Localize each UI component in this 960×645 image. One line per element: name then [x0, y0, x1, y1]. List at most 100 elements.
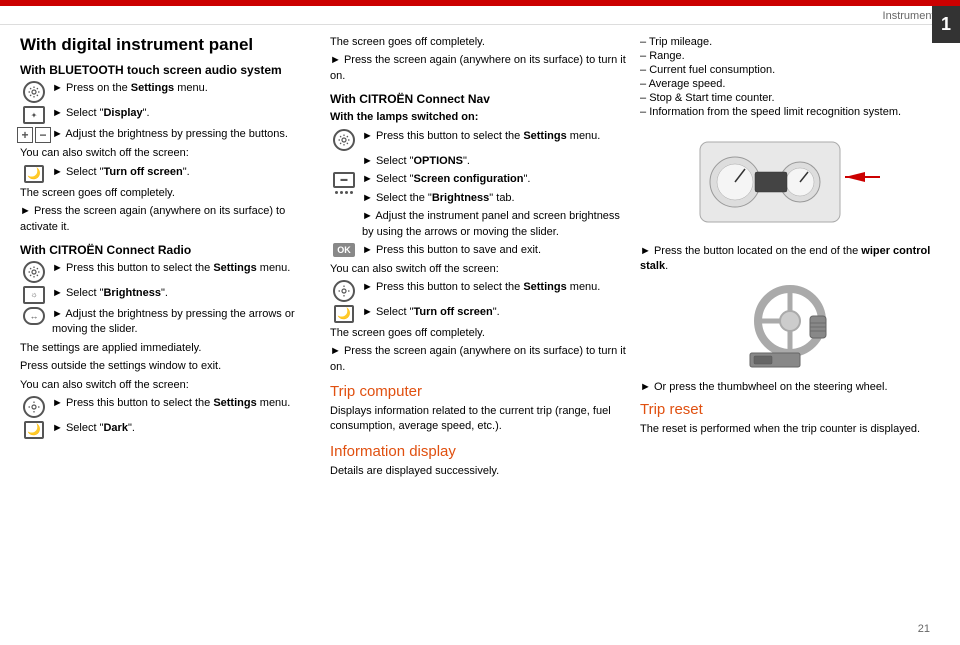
step-nav-turn-off: 🌙 ► Select "Turn off screen".	[330, 305, 630, 323]
ok-icon: OK	[333, 243, 355, 257]
cr-settings2-icon-cell	[20, 396, 48, 418]
step-turn-off-screen: 🌙 ► Select "Turn off screen".	[20, 165, 320, 183]
plus-minus-icons: + −	[17, 127, 51, 143]
middle-column: The screen goes off completely. ► Press …	[330, 35, 630, 635]
steering-wheel-image2	[710, 281, 870, 374]
settings-icon	[23, 81, 45, 103]
turn-off-text: ► Select "Turn off screen".	[52, 165, 320, 180]
nav-gear-icon	[338, 134, 350, 146]
list-item: – Information from the speed limit recog…	[640, 105, 940, 119]
ok-text: ► Press this button to save and exit.	[362, 243, 630, 258]
nav-screen-off: The screen goes off completely.	[330, 326, 630, 341]
display-icon-symbol: ✦	[31, 111, 38, 120]
cr-settings-text: ► Press this button to select the Settin…	[52, 261, 320, 276]
moon-icon-cell: 🌙	[20, 165, 48, 183]
step-nav-ok: OK ► Press this button to save and exit.	[330, 243, 630, 258]
cr-settings2-text: ► Press this button to select the Settin…	[52, 396, 320, 411]
nav-turn-off-text: ► Select "Turn off screen".	[362, 305, 630, 320]
nav-settings-text: ► Press this button to select the Settin…	[362, 129, 630, 144]
mid-press-again: ► Press the screen again (anywhere on it…	[330, 53, 630, 84]
connect-radio-heading: With CITROËN Connect Radio	[20, 243, 320, 257]
header: Instruments	[0, 6, 960, 25]
bluetooth-heading: With BLUETOOTH touch screen audio system	[20, 63, 320, 77]
trip-computer-text: Displays information related to the curr…	[330, 404, 630, 435]
settings-press-text: ► Press on the Settings menu.	[52, 81, 320, 96]
ok-icon-cell: OK	[330, 243, 358, 257]
step-nav-adjust: ► Adjust the instrument panel and screen…	[330, 209, 630, 240]
step-cr-arrows: ↔ ► Adjust the brightness by pressing th…	[20, 307, 320, 338]
minus-icon: −	[35, 127, 51, 143]
nav-gear2-icon	[338, 285, 350, 297]
cr-switch-off-intro: You can also switch off the screen:	[20, 378, 320, 393]
moon-symbol: 🌙	[27, 167, 41, 180]
main-content: With digital instrument panel With BLUET…	[0, 25, 960, 645]
cr-arrows-icon-cell: ↔	[20, 307, 48, 325]
step-cr-settings: ► Press this button to select the Settin…	[20, 261, 320, 283]
page-number: 21	[918, 623, 930, 635]
main-title: With digital instrument panel	[20, 35, 320, 55]
list-item: – Range.	[640, 49, 940, 63]
information-display-text: Details are displayed successively.	[330, 464, 630, 479]
right-column: – Trip mileage. – Range. – Current fuel …	[640, 35, 940, 635]
trip-reset-text: The reset is performed when the trip cou…	[640, 422, 940, 437]
cr-brightness-icon: ☼	[23, 286, 45, 304]
step-brightness-plusminus: + − ► Adjust the brightness by pressing …	[20, 127, 320, 143]
settings-icon-cell	[20, 81, 48, 103]
plus-icon: +	[17, 127, 33, 143]
nav-brightness-tab-text: ► Select the "Brightness" tab.	[362, 191, 630, 206]
nav-screen-config-text: ► Select "Screen configuration".	[362, 172, 630, 187]
screen-off-text: The screen goes off completely.	[20, 186, 320, 201]
left-column: With digital instrument panel With BLUET…	[20, 35, 320, 635]
brightness-plusminus-text: ► Adjust the brightness by pressing the …	[52, 127, 320, 142]
cr-gear-icon	[28, 266, 40, 278]
nav-press-again: ► Press the screen again (anywhere on it…	[330, 344, 630, 375]
cr-arrows-icon: ↔	[23, 307, 45, 325]
step-settings-press: ► Press on the Settings menu.	[20, 81, 320, 103]
nav-screen-icon-cell: ▬	[330, 172, 358, 188]
cr-brightness-text: ► Select "Brightness".	[52, 286, 320, 301]
nav-settings-icon-cell	[330, 129, 358, 151]
step-nav-screen-config: ▬ ► Select "Screen configuration".	[330, 172, 630, 188]
information-display-heading: Information display	[330, 443, 630, 460]
cr-arrows-text: ► Adjust the brightness by pressing the …	[52, 307, 320, 338]
settings-applied-text: The settings are applied immediately.	[20, 341, 320, 356]
press-outside-text: Press outside the settings window to exi…	[20, 359, 320, 374]
trip-computer-heading: Trip computer	[330, 383, 630, 400]
nav-moon-icon: 🌙	[334, 305, 354, 323]
step-cr-settings2: ► Press this button to select the Settin…	[20, 396, 320, 418]
cr-gear2-icon	[28, 401, 40, 413]
select-display-text: ► Select "Display".	[52, 106, 320, 121]
step-nav-options: ► Select "OPTIONS".	[330, 154, 630, 169]
nav-adjust-text: ► Adjust the instrument panel and screen…	[362, 209, 630, 240]
moon-icon: 🌙	[24, 165, 44, 183]
lamps-on-text: With the lamps switched on:	[330, 110, 630, 125]
cr-brightness-icon-cell: ☼	[20, 286, 48, 304]
nav-switch-off-intro: You can also switch off the screen:	[330, 262, 630, 277]
nav-screen-icon: ▬	[333, 172, 355, 188]
trip-reset-heading: Trip reset	[640, 401, 940, 418]
nav-settings2-icon-cell	[330, 280, 358, 302]
cr-dark-text: ► Select "Dark".	[52, 421, 320, 436]
plus-minus-icon-cell: + −	[20, 127, 48, 143]
list-item: – Average speed.	[640, 77, 940, 91]
list-item: – Stop & Start time counter.	[640, 91, 940, 105]
steering-wheel-svg	[690, 127, 890, 237]
steering-wheel2-svg	[710, 281, 870, 371]
mid-screen-off: The screen goes off completely.	[330, 35, 630, 50]
cr-settings-icon	[23, 261, 45, 283]
step-nav-brightness-tab: ► Select the "Brightness" tab.	[330, 191, 630, 206]
gear-icon	[28, 86, 40, 98]
nav-moon-icon-cell: 🌙	[330, 305, 358, 323]
cr-moon-icon: 🌙	[24, 421, 44, 439]
connect-nav-heading: With CITROËN Connect Nav	[330, 92, 630, 106]
instrument-panel-image	[690, 127, 890, 240]
info-list: – Trip mileage. – Range. – Current fuel …	[640, 35, 940, 119]
step-cr-brightness: ☼ ► Select "Brightness".	[20, 286, 320, 304]
dots-icon	[335, 191, 353, 194]
nav-settings2-text: ► Press this button to select the Settin…	[362, 280, 630, 295]
step-nav-settings2: ► Press this button to select the Settin…	[330, 280, 630, 302]
nav-brightness-icon-cell	[330, 191, 358, 194]
display-icon-cell: ✦	[20, 106, 48, 124]
switch-off-intro: You can also switch off the screen:	[20, 146, 320, 161]
cr-settings-icon-cell	[20, 261, 48, 283]
